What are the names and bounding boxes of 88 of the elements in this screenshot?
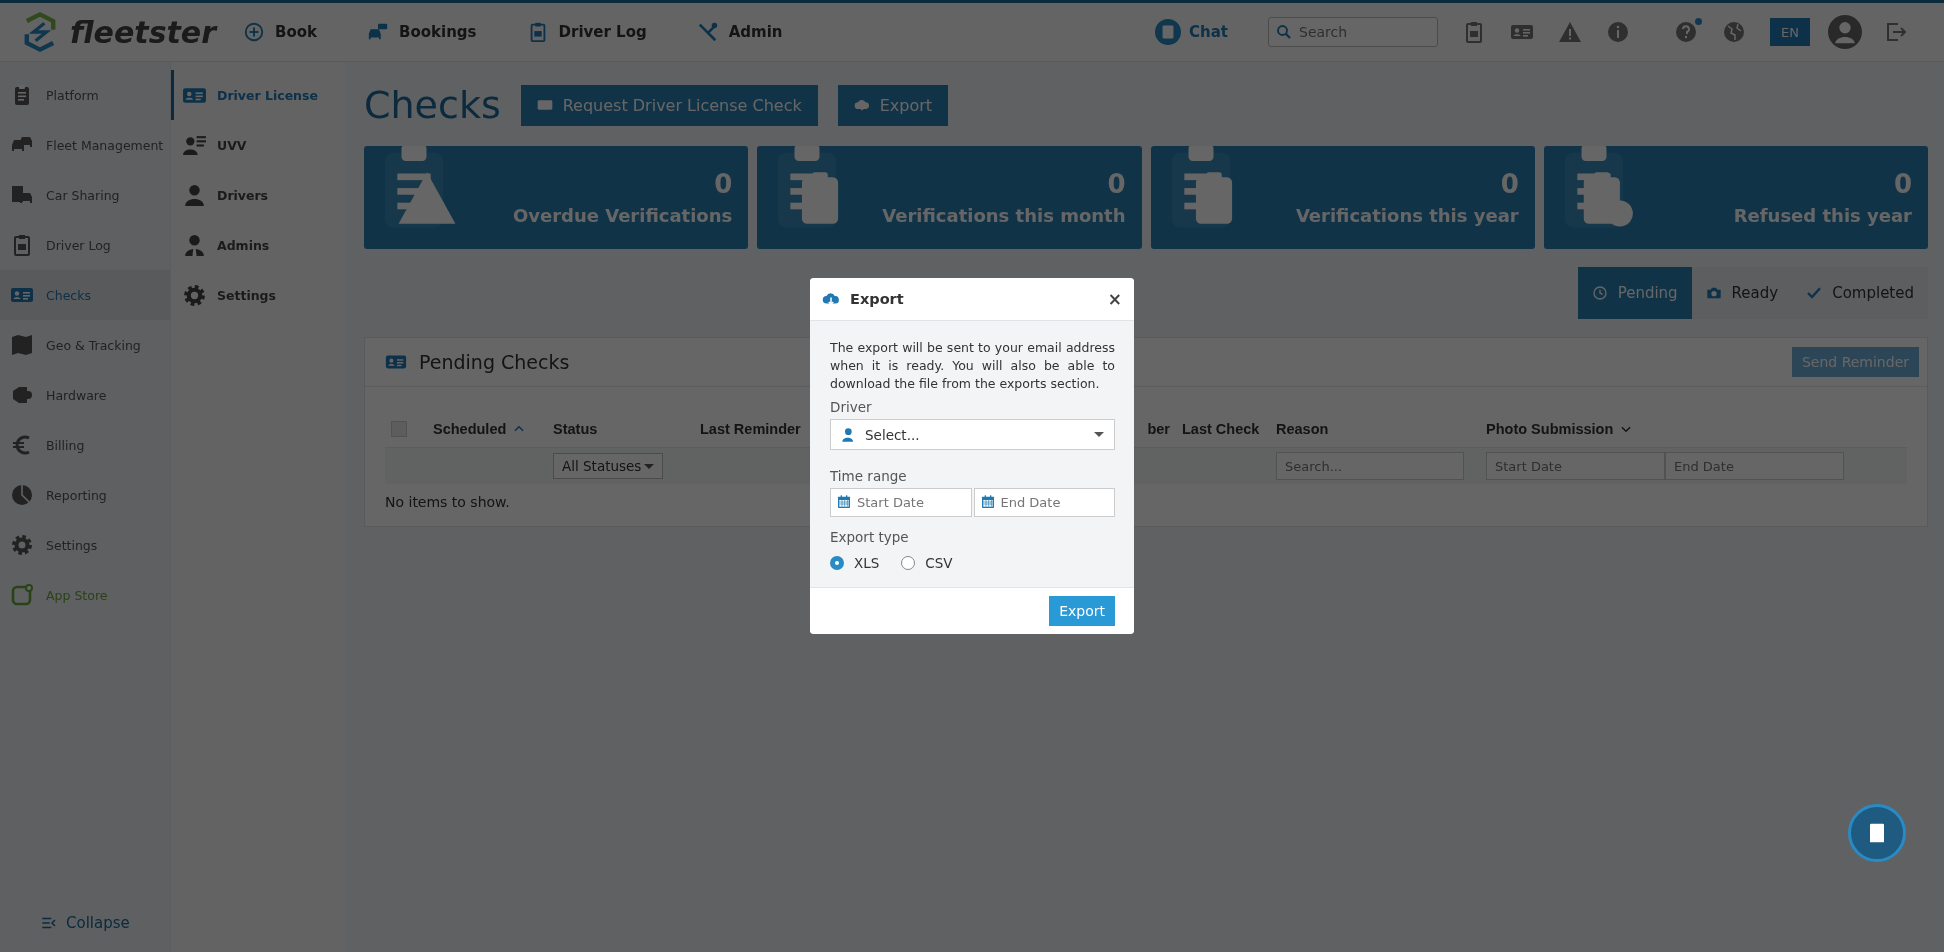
field-label: Driver — [830, 399, 873, 415]
sidebar-item[interactable]: Platform — [0, 70, 170, 120]
search-icon — [1275, 23, 1293, 41]
language-button[interactable]: EN — [1770, 18, 1810, 46]
camera-icon — [1705, 285, 1722, 301]
calendar-icon — [979, 494, 996, 510]
radio-option[interactable]: XLS — [830, 555, 880, 571]
avatar-icon[interactable] — [1828, 15, 1862, 49]
dialog-title: Export — [850, 291, 904, 307]
subnav-item[interactable]: UVV — [171, 120, 346, 170]
sidebar-item[interactable]: Fleet Management — [0, 120, 170, 170]
sidebar-item[interactable]: Driver Log — [0, 220, 170, 270]
column-header[interactable]: Scheduled — [433, 421, 527, 437]
collapse-link[interactable]: Collapse — [0, 914, 170, 952]
empty-message: No items to show. — [385, 494, 510, 510]
logo-text[interactable]: fleetster — [70, 14, 216, 50]
nav-link[interactable]: Driver Log — [526, 21, 647, 43]
page-title: Checks — [364, 83, 501, 127]
start-date-field[interactable]: Start Date — [830, 488, 972, 517]
action-button[interactable]: Export — [837, 84, 949, 126]
clock-icon — [1591, 285, 1608, 301]
export-button[interactable]: Export — [1049, 596, 1115, 626]
chat-link[interactable]: Chat — [1155, 19, 1228, 45]
app-icon — [10, 583, 34, 607]
stat-value: 0 — [1107, 169, 1126, 199]
sidebar-item[interactable]: Hardware — [0, 370, 170, 420]
field-label: Export type — [830, 529, 910, 545]
calendar-icon — [836, 494, 852, 510]
panel-title: Pending Checks — [419, 351, 570, 373]
settings-icon — [182, 282, 207, 308]
stat-value: 0 — [714, 169, 733, 199]
stat-label: Verifications this month — [882, 205, 1126, 226]
close-button[interactable]: × — [1107, 289, 1122, 309]
map-icon — [10, 333, 34, 357]
radio-button[interactable] — [830, 556, 844, 570]
sidebar-item[interactable]: Checks — [0, 270, 170, 320]
info-icon[interactable] — [1606, 20, 1630, 44]
help-icon[interactable] — [1674, 20, 1698, 44]
end-date-field[interactable]: End Date — [973, 488, 1115, 517]
cloud-download-icon — [853, 97, 870, 113]
sidebar-item[interactable]: Reporting — [0, 470, 170, 520]
caret-icon — [644, 463, 654, 469]
stat-label: Verifications this year — [1295, 205, 1519, 226]
column-header[interactable]: Last Reminder — [700, 421, 801, 437]
subnav-item[interactable]: Settings — [171, 270, 346, 320]
nav-link[interactable]: Book — [243, 21, 318, 43]
chat-icon — [1155, 19, 1181, 45]
settings-icon — [10, 533, 34, 557]
stat-label: Overdue Verifications — [512, 205, 733, 226]
nav-link[interactable]: Admin — [696, 21, 783, 43]
sidebar-item[interactable]: App Store — [0, 570, 170, 620]
column-header[interactable]: ber — [1147, 421, 1170, 437]
status-select[interactable]: All Statuses — [553, 453, 663, 479]
person-icon — [182, 182, 207, 208]
check-icon — [1806, 285, 1823, 301]
radio-label[interactable]: XLS — [854, 555, 880, 571]
driver-select[interactable]: Select... — [830, 419, 1115, 450]
warning-icon[interactable] — [1558, 20, 1582, 44]
radio-label[interactable]: CSV — [925, 555, 953, 571]
action-button[interactable]: Request Driver License Check — [520, 84, 818, 126]
logout-icon[interactable] — [1884, 20, 1908, 44]
sidebar-item[interactable]: Geo & Tracking — [0, 320, 170, 370]
filter-tab[interactable]: Pending — [1577, 267, 1692, 319]
field-label: Time range — [830, 468, 908, 484]
sidebar-item[interactable]: Billing — [0, 420, 170, 470]
dialog-message: The export will be sent to your email address when it is ready. You will also be able to download the file from the exports section. — [830, 339, 1115, 393]
stat-value: 0 — [1893, 169, 1912, 199]
subnav-item[interactable]: Drivers — [171, 170, 346, 220]
plus-circle-icon — [243, 21, 265, 43]
sidebar-item[interactable]: Settings — [0, 520, 170, 570]
globe-icon[interactable] — [1722, 20, 1746, 44]
column-header[interactable]: Last Check — [1182, 421, 1260, 437]
sidebar-item[interactable]: Car Sharing — [0, 170, 170, 220]
subnav-item[interactable]: Driver License — [171, 70, 346, 120]
subnav-item[interactable]: Admins — [171, 220, 346, 270]
stat-value: 0 — [1500, 169, 1519, 199]
id-card-icon — [536, 97, 553, 113]
column-header[interactable]: Photo Submission — [1486, 421, 1634, 437]
radio-button[interactable] — [901, 556, 916, 570]
admin-person-icon — [182, 232, 207, 258]
caret-icon — [1094, 432, 1104, 437]
radio-option[interactable]: CSV — [901, 555, 953, 571]
stat-label: Refused this year — [1733, 205, 1912, 226]
column-header[interactable]: Reason — [1276, 421, 1329, 437]
pie-chart-icon — [10, 483, 34, 507]
nav-link[interactable]: Bookings — [367, 21, 477, 43]
chat-bubble-button[interactable] — [1848, 804, 1906, 862]
column-header[interactable]: Status — [553, 421, 598, 437]
